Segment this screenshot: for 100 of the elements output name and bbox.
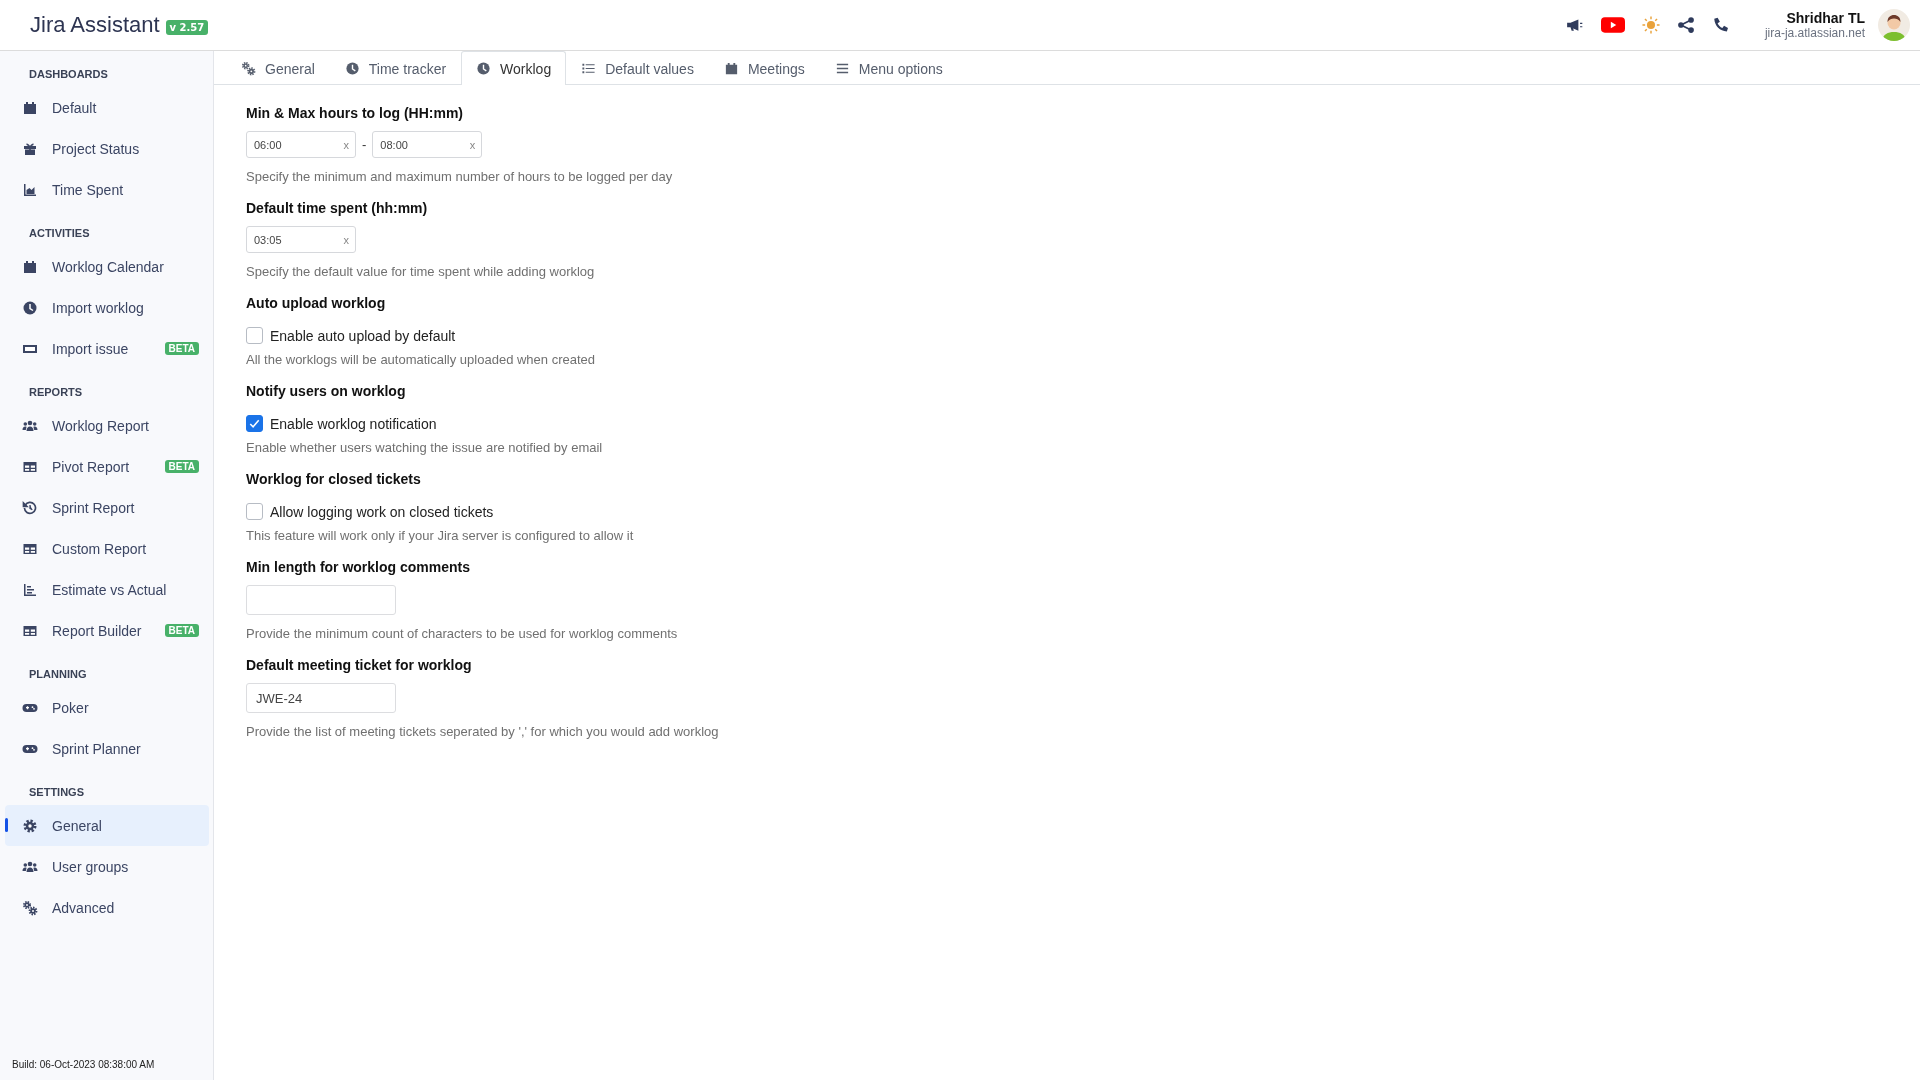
tab-label: Worklog: [500, 60, 552, 77]
checkbox[interactable]: [246, 415, 263, 432]
sidebar-item[interactable]: Pivot Report BETA: [5, 446, 209, 487]
help-text: Specify the minimum and maximum number of hours to be logged per day: [246, 169, 674, 184]
setting-title: Notify users on worklog: [246, 383, 407, 399]
gears-icon: [241, 61, 256, 76]
input-field[interactable]: [246, 585, 396, 615]
tab-label: Default values: [605, 60, 694, 77]
time-field[interactable]: 03:05 x: [246, 226, 356, 253]
help-text: All the worklogs will be automatically uploaded when created: [246, 352, 597, 367]
build-info: Build: 06-Oct-2023 08:38:00 AM: [11, 1059, 156, 1070]
tab-label: Menu options: [858, 60, 943, 77]
sidebar-item[interactable]: Sprint Planner: [5, 728, 209, 769]
calendar-icon: [723, 61, 739, 76]
avatar[interactable]: [1878, 9, 1910, 41]
list-icon: [581, 61, 597, 76]
beta-badge: BETA: [164, 342, 199, 355]
item-label: Default: [52, 99, 98, 116]
setting-title: Worklog for closed tickets: [246, 471, 422, 487]
item-label: Project Status: [52, 140, 141, 157]
item-label: Import worklog: [52, 299, 145, 316]
sidebar-item[interactable]: Report Builder BETA: [5, 610, 209, 651]
sidebar-item[interactable]: Default: [5, 87, 209, 128]
bars-icon: [22, 581, 38, 598]
play-video-icon[interactable]: [1600, 15, 1625, 35]
sidebar-item[interactable]: Worklog Calendar: [5, 246, 209, 287]
help-text: Provide the minimum count of characters to be used for worklog comments: [246, 626, 679, 641]
area-icon: [22, 181, 38, 198]
checkbox[interactable]: [246, 327, 263, 344]
tab[interactable]: Time tracker: [329, 51, 462, 85]
share-icon[interactable]: [1676, 16, 1695, 34]
checkbox[interactable]: [246, 503, 263, 520]
item-label: Estimate vs Actual: [52, 581, 168, 598]
checkbox-label[interactable]: Allow logging work on closed tickets: [270, 503, 494, 520]
section-heading: PLANNING: [28, 667, 88, 682]
section-heading: DASHBOARDS: [28, 67, 109, 82]
tab[interactable]: Meetings: [708, 51, 820, 85]
help-text: Enable whether users watching the issue are notified by email: [246, 440, 604, 455]
sidebar-item[interactable]: Custom Report: [5, 528, 209, 569]
item-label: Sprint Report: [52, 499, 136, 516]
section-heading: REPORTS: [28, 385, 84, 400]
clear-button[interactable]: x: [343, 233, 349, 246]
history-icon: [22, 499, 38, 516]
time-field[interactable]: 06:00 x: [246, 131, 356, 158]
range-separator: -: [362, 137, 367, 152]
setting-title: Min & Max hours to log (HH:mm): [246, 105, 464, 121]
clock-icon: [22, 299, 38, 316]
tab[interactable]: Worklog: [461, 51, 567, 85]
version-badge: v 2.57: [165, 19, 209, 35]
sidebar-item[interactable]: Advanced: [5, 887, 209, 928]
app-title: Jira Assistant: [30, 12, 160, 38]
input-field[interactable]: JWE-24: [246, 683, 396, 713]
item-label: Import issue: [52, 340, 130, 357]
sidebar-item[interactable]: User groups: [5, 846, 209, 887]
section-heading: ACTIVITIES: [28, 226, 91, 241]
beta-badge: BETA: [164, 624, 199, 637]
tab-label: General: [265, 60, 315, 77]
clear-button[interactable]: x: [343, 138, 349, 151]
sidebar-item[interactable]: Sprint Report: [5, 487, 209, 528]
item-label: Custom Report: [52, 540, 148, 557]
help-text: This feature will work only if your Jira server is configured to allow it: [246, 528, 635, 543]
calendar-icon: [22, 99, 38, 116]
sidebar-item[interactable]: Import worklog: [5, 287, 209, 328]
settings-icon: [22, 817, 38, 834]
tab[interactable]: Default values: [566, 51, 709, 85]
setting-title: Auto upload worklog: [246, 295, 387, 311]
calendar-icon: [22, 258, 38, 275]
help-text: Provide the list of meeting tickets seperated by ',' for which you would add worklog: [246, 724, 720, 739]
setting-title: Min length for worklog comments: [246, 559, 471, 575]
section-heading: SETTINGS: [28, 785, 85, 800]
checkbox-label[interactable]: Enable worklog notification: [270, 415, 437, 432]
checkbox-label[interactable]: Enable auto upload by default: [270, 327, 456, 344]
item-label: Pivot Report: [52, 458, 131, 475]
clock-icon: [476, 61, 492, 76]
sidebar-item[interactable]: Project Status: [5, 128, 209, 169]
sidebar-item[interactable]: Poker: [5, 687, 209, 728]
tab[interactable]: General: [226, 51, 330, 85]
beta-badge: BETA: [164, 460, 199, 473]
clock-icon: [344, 61, 360, 76]
gears-icon: [22, 899, 38, 916]
tab[interactable]: Menu options: [819, 51, 958, 85]
sidebar-item[interactable]: Import issue BETA: [5, 328, 209, 369]
sidebar-item[interactable]: General: [5, 805, 209, 846]
menu-icon: [834, 61, 850, 76]
time-field[interactable]: 08:00 x: [372, 131, 483, 158]
setting-title: Default time spent (hh:mm): [246, 200, 429, 216]
item-label: Worklog Report: [52, 417, 150, 434]
sidebar-item[interactable]: Time Spent: [5, 169, 209, 210]
item-label: Worklog Calendar: [52, 258, 165, 275]
item-label: Poker: [52, 699, 90, 716]
user-name: Shridhar TL: [1786, 10, 1865, 26]
help-text: Specify the default value for time spent while adding worklog: [246, 264, 596, 279]
item-label: General: [52, 817, 103, 834]
sidebar-item[interactable]: Estimate vs Actual: [5, 569, 209, 610]
item-label: Sprint Planner: [52, 740, 142, 757]
clear-button[interactable]: x: [469, 138, 476, 151]
sidebar-item[interactable]: Worklog Report: [5, 405, 209, 446]
tab-label: Meetings: [747, 60, 805, 77]
phone-icon[interactable]: [1711, 16, 1730, 34]
item-label: Report Builder: [52, 622, 143, 639]
